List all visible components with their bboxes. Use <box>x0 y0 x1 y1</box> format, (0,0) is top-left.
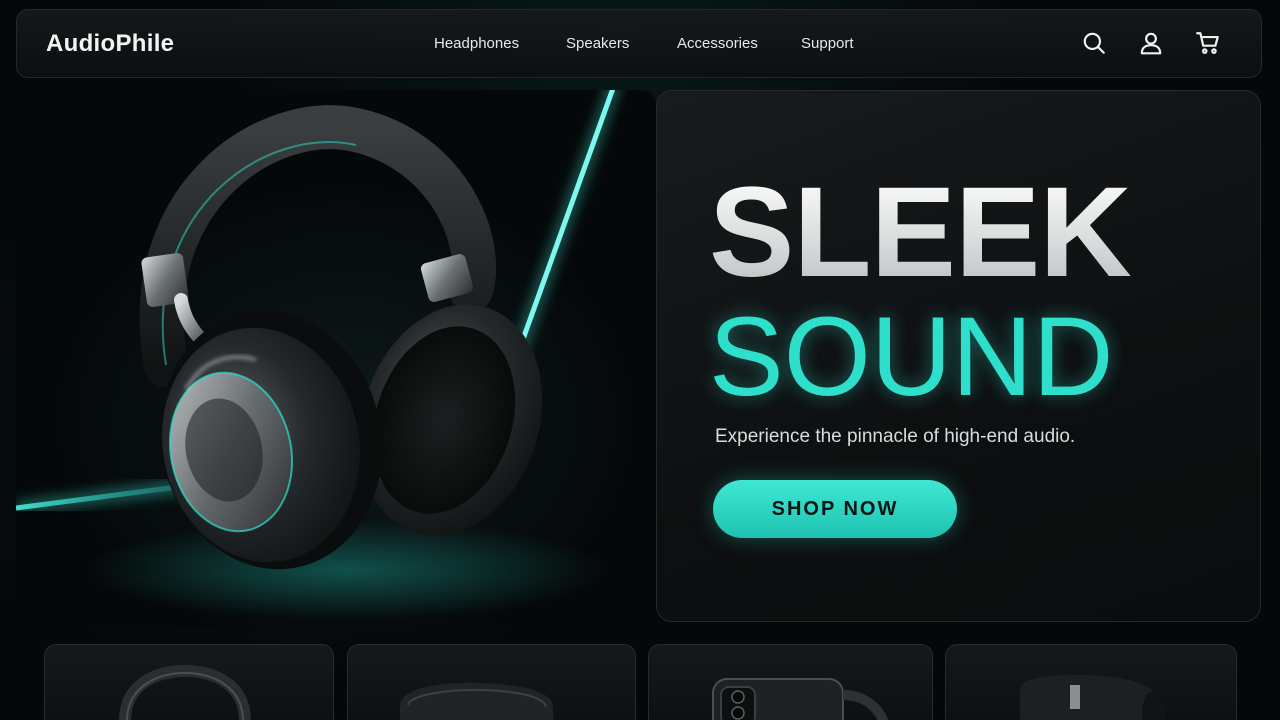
earbuds-case-icon <box>400 682 553 720</box>
search-icon[interactable] <box>1081 30 1107 56</box>
hero-card: SLEEK SOUND Experience the pinnacle of h… <box>656 90 1261 622</box>
headphones-hero-illustration <box>16 90 620 620</box>
product-card-speaker[interactable] <box>945 644 1237 720</box>
shop-now-button[interactable]: SHOP NOW <box>713 480 957 538</box>
product-card-phone[interactable] <box>648 644 933 720</box>
nav-link-support[interactable]: Support <box>801 35 854 52</box>
product-card-row <box>0 644 1280 720</box>
hero-headline-line1: SLEEK <box>709 161 1132 304</box>
hero-headline-line2: SOUND <box>709 294 1114 419</box>
product-card-earbuds[interactable] <box>347 644 636 720</box>
speaker-icon <box>1020 675 1166 720</box>
nav-links: Headphones Speakers Accessories Support <box>17 10 1261 79</box>
hero-subtitle: Experience the pinnacle of high-end audi… <box>715 426 1076 447</box>
headphones-icon <box>119 664 251 720</box>
nav-link-accessories[interactable]: Accessories <box>677 35 758 52</box>
nav-link-headphones[interactable]: Headphones <box>434 35 519 52</box>
phone-icon <box>712 678 889 720</box>
hero-image-panel <box>16 90 656 628</box>
user-icon[interactable] <box>1138 30 1164 56</box>
nav-link-speakers[interactable]: Speakers <box>566 35 629 52</box>
nav-icon-group <box>1081 30 1221 56</box>
product-card-headphones[interactable] <box>44 644 334 720</box>
top-navigation: AudioPhile Headphones Speakers Accessori… <box>16 9 1262 78</box>
cart-icon[interactable] <box>1195 30 1221 56</box>
